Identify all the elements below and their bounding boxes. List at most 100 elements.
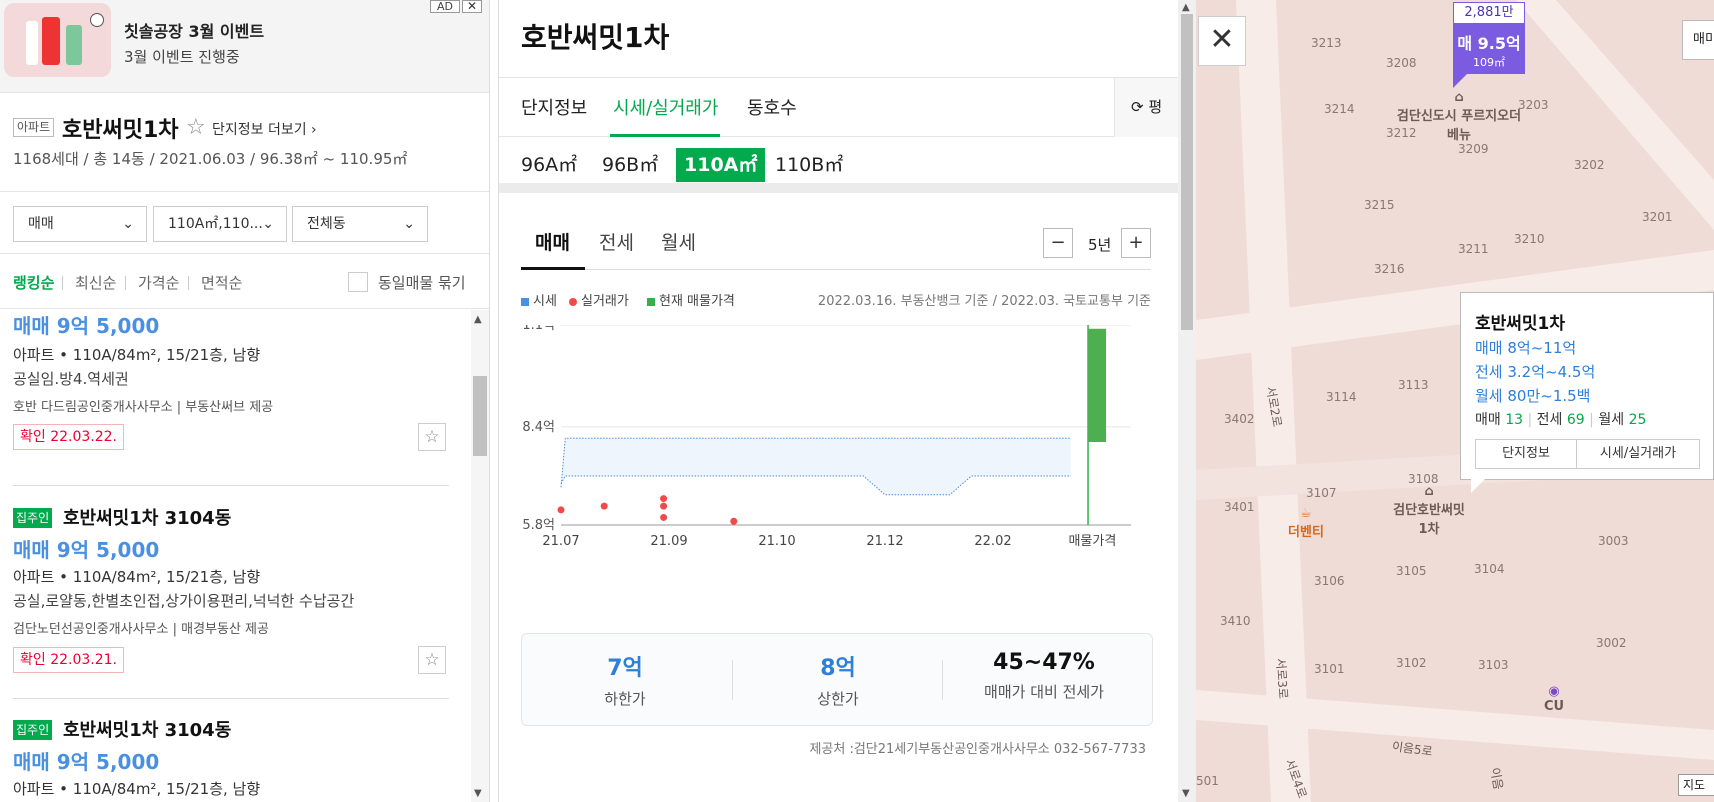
sort-bar: 랭킹순 최신순 가격순 면적순 동일매물 묶기 (0, 253, 489, 309)
period-plus-button[interactable]: + (1121, 228, 1151, 258)
trade-type-select[interactable]: 매매 ⌄ (13, 206, 147, 242)
stat-value: 7억 (607, 656, 643, 681)
transaction-point (730, 517, 738, 525)
callout-title: 호반써밋1차 (1475, 314, 1566, 334)
sort-area[interactable]: 면적순 (201, 272, 242, 293)
listing-title[interactable]: 호반써밋1차 3104동 (63, 504, 231, 530)
chevron-down-icon: ⌄ (403, 216, 415, 232)
scrollbar-thumb[interactable] (473, 376, 487, 456)
ad-subtitle: 3월 이벤트 진행중 (124, 48, 240, 66)
pin-price: 매 9.5억 (1457, 34, 1521, 53)
page-root: 칫솔공장 3월 이벤트 3월 이벤트 진행중 AD ✕ 아파트 호반써밋1차 ☆… (0, 0, 1714, 802)
scroll-down-icon[interactable]: ▼ (1182, 788, 1190, 799)
list-scrollbar[interactable]: ▲ ▼ (471, 310, 489, 802)
callout-price-button[interactable]: 시세/실거래가 (1576, 439, 1700, 469)
ad-thumbnail-image[interactable] (4, 3, 111, 77)
tab-wolse[interactable]: 월세 (661, 228, 696, 255)
y-tick-label: 11.1억 (521, 325, 555, 333)
sort-ranking[interactable]: 랭킹순 (13, 272, 54, 293)
x-tick-label: 22.02 (974, 534, 1011, 549)
tab-sale[interactable]: 매매 (535, 228, 570, 255)
x-tick-label: 매물가격 (1068, 534, 1116, 549)
confirm-date-badge: 확인 22.03.22. (13, 424, 125, 450)
transaction-point (557, 506, 565, 514)
listing-panel: 칫솔공장 3월 이벤트 3월 이벤트 진행중 AD ✕ 아파트 호반써밋1차 ☆… (0, 0, 490, 802)
price-stats: 7억 하한가 8억 상한가 45~47% 매매가 대비 전세가 (521, 633, 1153, 726)
map-place-label[interactable]: ◉ CU (1536, 684, 1572, 714)
dong-value: 전체동 (307, 216, 346, 232)
close-icon[interactable]: ✕ (1198, 16, 1246, 66)
area-option[interactable]: 96B㎡ (602, 148, 658, 182)
scrollbar-thumb[interactable] (1181, 14, 1193, 330)
x-tick-label: 21.07 (542, 534, 579, 549)
star-icon[interactable]: ☆ (418, 423, 446, 451)
cafe-icon: ☕ (1300, 506, 1312, 521)
map-corner-button[interactable]: 지도 (1678, 774, 1714, 796)
map-place-label[interactable]: ⌂ 검단신도시 푸르지오더베뉴 (1394, 90, 1524, 143)
detail-scrollbar[interactable]: ▲ ▼ (1178, 0, 1196, 802)
callout-info-button[interactable]: 단지정보 (1475, 439, 1577, 469)
unit-toggle-button[interactable]: ⟳ 평 (1114, 78, 1178, 137)
star-icon[interactable]: ☆ (418, 646, 446, 674)
area-value: 110A㎡,110... (168, 216, 263, 232)
road-label: 이음 (1487, 766, 1506, 791)
area-option-selected[interactable]: 110A㎡ (676, 148, 766, 182)
tab-complex-info[interactable]: 단지정보 (521, 94, 587, 120)
group-same-checkbox[interactable] (348, 272, 368, 292)
stat-lower-bound: 7억 하한가 (525, 650, 725, 709)
price-type-tabs: 매매 전세 월세 − 5년 + (521, 218, 1151, 270)
period-minus-button[interactable]: − (1043, 228, 1073, 258)
map-edge-button[interactable]: 매미 (1682, 20, 1714, 60)
listing-title[interactable]: 호반써밋1차 3104동 (63, 716, 231, 742)
transaction-point (660, 495, 668, 503)
area-select[interactable]: 110A㎡,110... ⌄ (153, 206, 287, 242)
favorite-star-icon[interactable]: ☆ (186, 115, 206, 140)
ad-banner[interactable]: 칫솔공장 3월 이벤트 3월 이벤트 진행중 AD ✕ (0, 0, 489, 93)
complex-name: 호반써밋1차 (62, 118, 179, 143)
close-icon[interactable]: ✕ (462, 0, 482, 13)
tab-unit-numbers[interactable]: 동호수 (747, 94, 797, 120)
listing-spec: 아파트 • 110A/84m², 15/21층, 남향 (13, 346, 261, 364)
price-pin[interactable]: 2,881만 매 9.5억 109㎡ (1453, 2, 1525, 88)
callout-counts: 매매 13 | 전세 69 | 월세 25 (1475, 412, 1647, 428)
data-provider: 제공처 :검단21세기부동산공인중개사사무소 032-567-7733 (809, 742, 1146, 757)
callout-wolse-range: 월세 80만~1.5백 (1475, 387, 1591, 405)
place-pin-icon: ⌂ (1454, 90, 1464, 105)
list-item[interactable]: 집주인 호반써밋1차 3104동 매매 9억 5,000 아파트 • 110A/… (13, 504, 449, 674)
tab-jeonse[interactable]: 전세 (599, 228, 634, 255)
sort-latest[interactable]: 최신순 (75, 272, 116, 293)
list-item[interactable]: 매매 9억 5,000 아파트 • 110A/84m², 15/21층, 남향 … (13, 310, 449, 466)
scroll-up-icon[interactable]: ▲ (474, 314, 482, 325)
place-pin-icon: ⌂ (1424, 484, 1434, 499)
map-place-label[interactable]: ☕ 더벤티 (1276, 506, 1336, 540)
ad-title[interactable]: 칫솔공장 3월 이벤트 (124, 18, 264, 42)
pin-size: 109㎡ (1473, 56, 1505, 69)
callout-jeonse-range: 전세 3.2억~4.5억 (1475, 363, 1596, 381)
sort-price[interactable]: 가격순 (138, 272, 179, 293)
area-option[interactable]: 110B㎡ (775, 148, 843, 182)
complex-info-more-link[interactable]: 단지정보 더보기 › (212, 119, 317, 139)
listing-agent: 검단노던선공인중개사사무소 | 매경부동산 제공 (13, 622, 269, 637)
listing-price: 매매 9억 5,000 (13, 750, 160, 774)
tab-price-history[interactable]: 시세/실거래가 (613, 94, 718, 120)
road-label: 서로3로 (1273, 657, 1291, 700)
x-tick-label: 21.09 (650, 534, 687, 549)
scroll-down-icon[interactable]: ▼ (474, 788, 482, 799)
transaction-point (600, 502, 608, 510)
listing-spec: 아파트 • 110A/84m², 15/21층, 남향 (13, 780, 261, 798)
scroll-up-icon[interactable]: ▲ (1182, 2, 1190, 13)
stat-value: 8억 (820, 656, 856, 681)
confirm-date-badge: 확인 22.03.21. (13, 647, 125, 673)
stat-label: 하한가 (604, 690, 646, 708)
map-place-label[interactable]: ⌂ 검단호반써밋 1차 (1392, 484, 1466, 537)
complex-callout[interactable]: 호반써밋1차 매매 8억~11억 전세 3.2억~4.5억 월세 80만~1.5… (1460, 292, 1714, 493)
legend-item: 현재 매물가격 (647, 290, 735, 309)
detail-panel: 호반써밋1차 단지정보 시세/실거래가 동호수 ⟳ 평 96A㎡ 96B㎡ 11… (498, 0, 1178, 802)
dong-select[interactable]: 전체동 ⌄ (292, 206, 428, 242)
complex-meta: 1168세대 / 총 14동 / 2021.06.03 / 96.38㎡ ~ 1… (13, 150, 408, 168)
listing-agent: 호반 다드림공인중개사사무소 | 부동산써브 제공 (13, 400, 274, 415)
list-item[interactable]: 집주인 호반써밋1차 3104동 매매 9억 5,000 아파트 • 110A/… (13, 716, 449, 802)
market-price-lower-line (560, 475, 1071, 496)
legend-item: 실거래가 (569, 290, 629, 309)
area-option[interactable]: 96A㎡ (521, 148, 577, 182)
